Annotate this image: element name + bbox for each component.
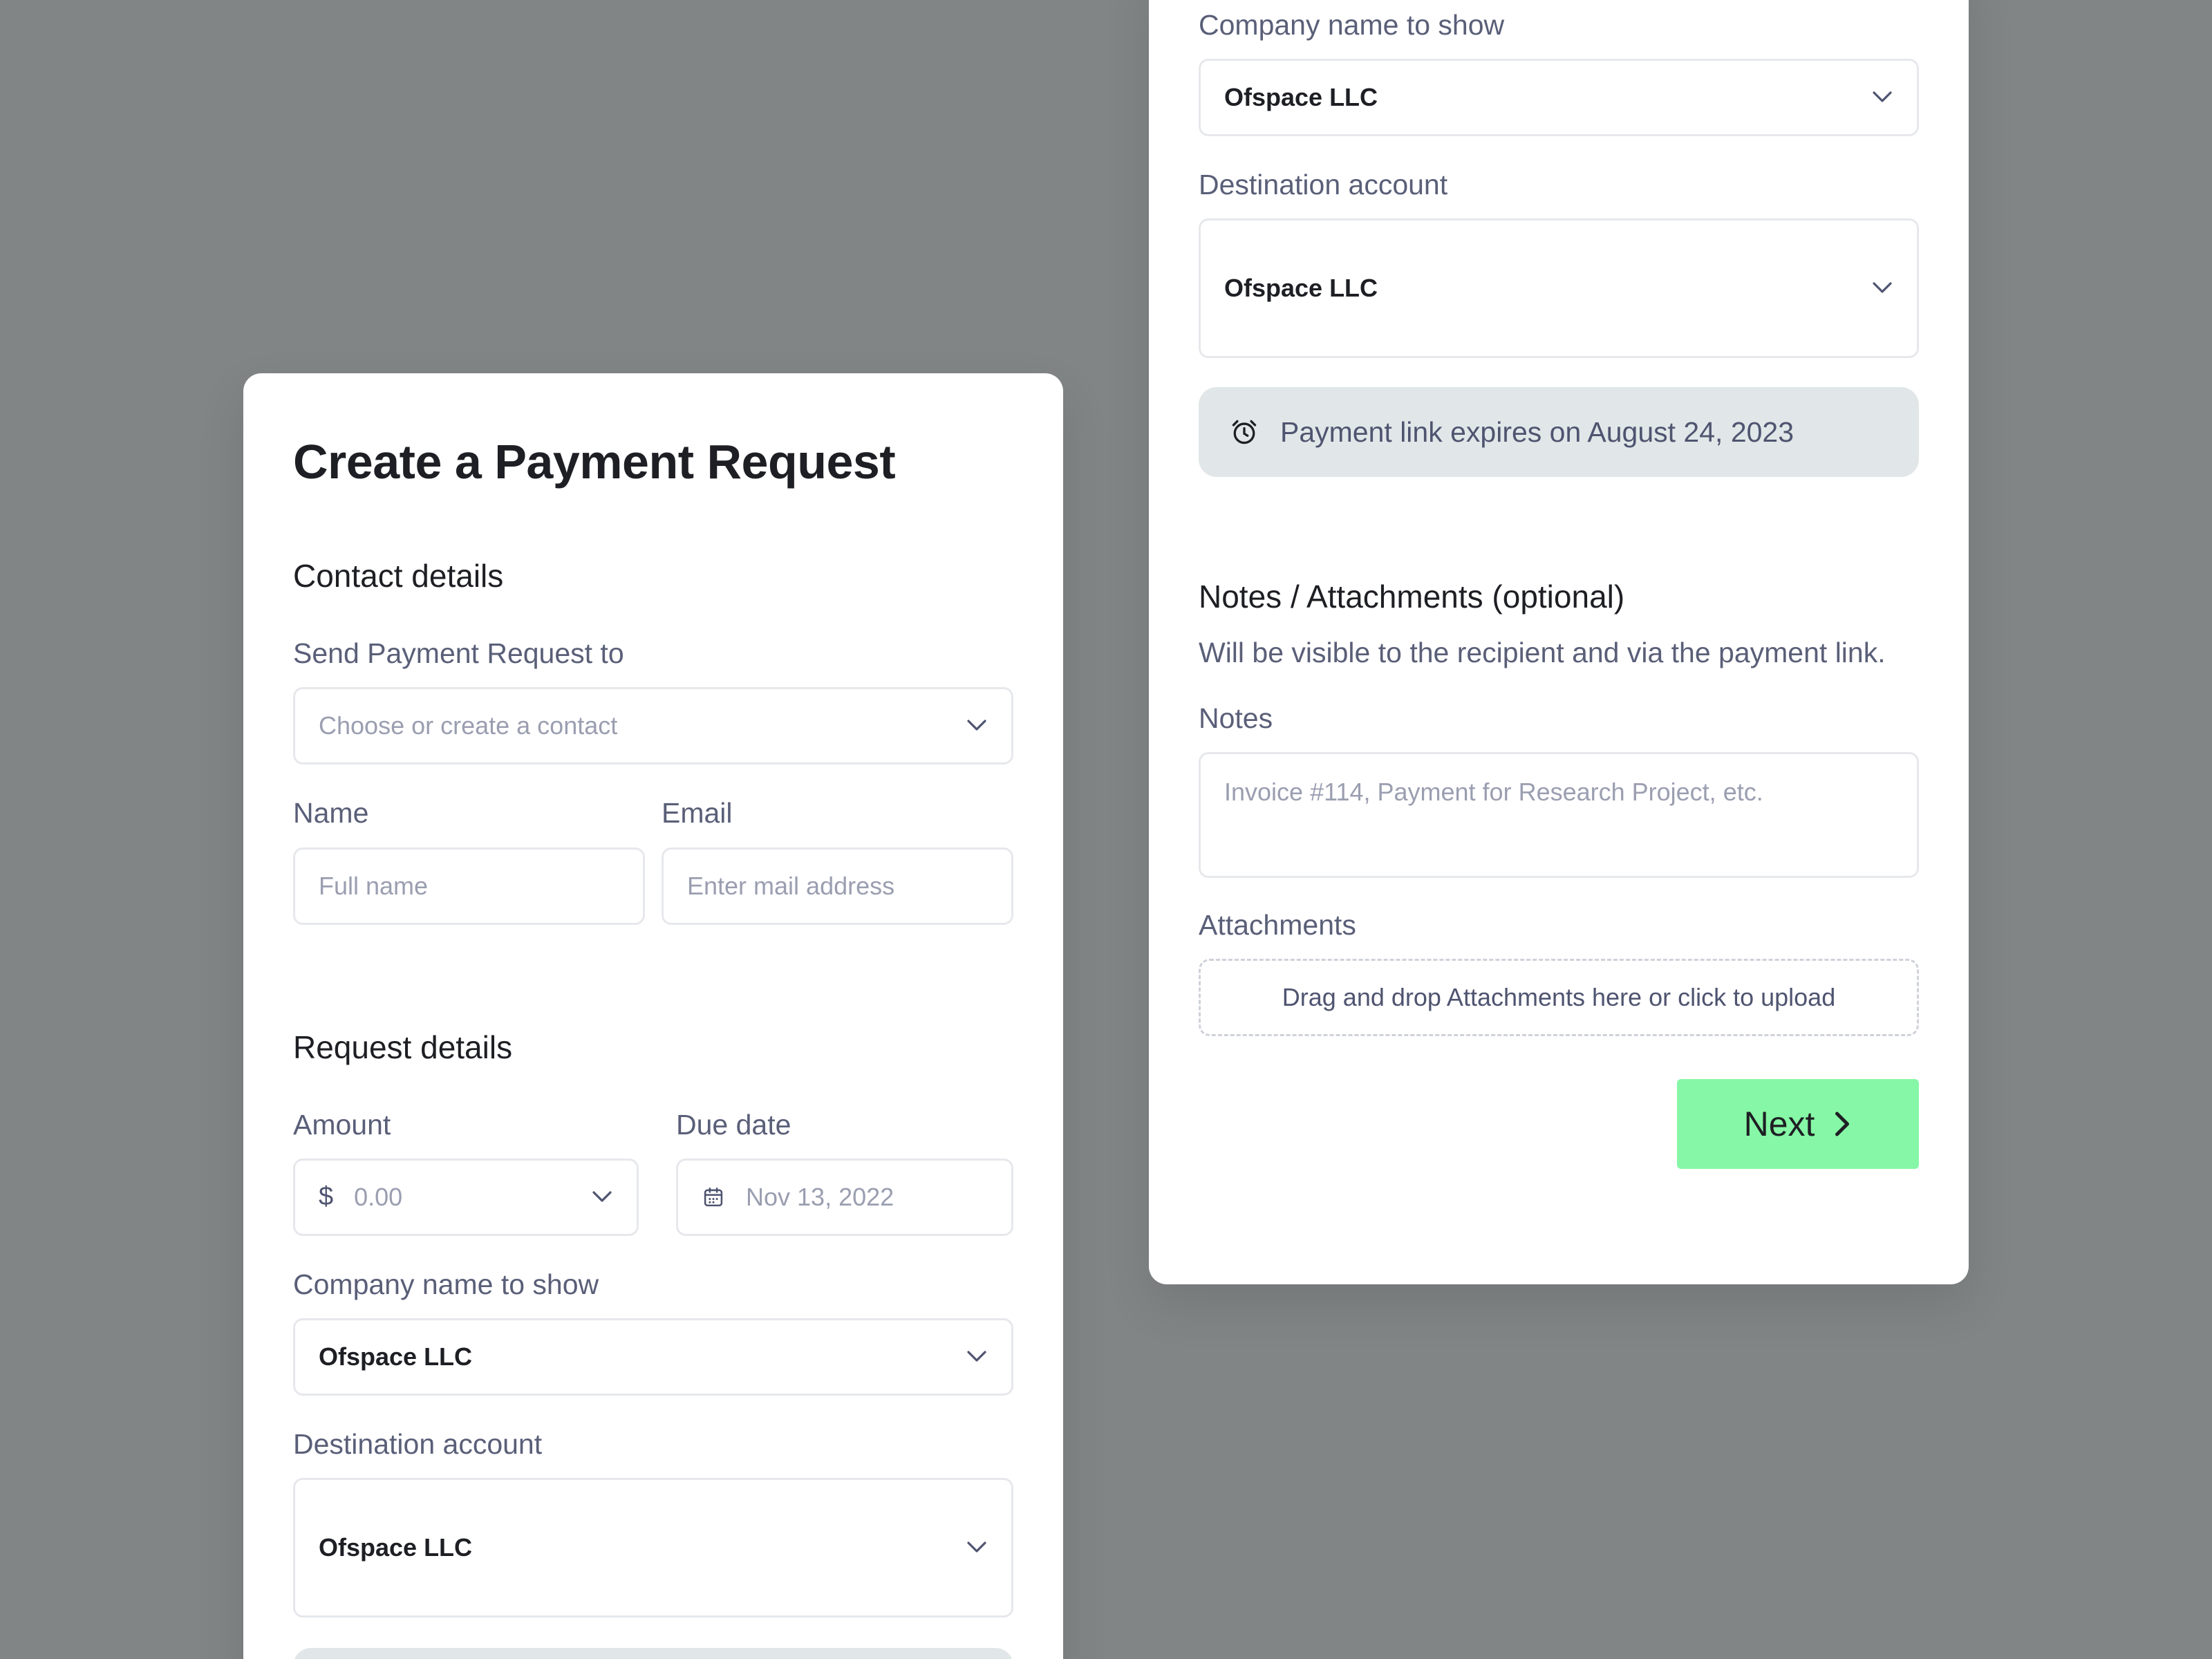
email-label: Email: [662, 797, 733, 830]
send-to-label: Send Payment Request to: [293, 637, 624, 670]
chevron-down-icon: [1871, 86, 1893, 109]
company-name-select[interactable]: Ofspace LLC: [1199, 59, 1919, 137]
email-input[interactable]: Enter mail address: [662, 847, 1013, 925]
due-date-input[interactable]: Nov 13, 2022: [676, 1158, 1013, 1236]
name-input[interactable]: Full name: [293, 847, 645, 925]
expiry-text: Payment link expires on August 24, 2023: [1280, 415, 1794, 448]
company-name-value: Ofspace LLC: [1224, 83, 1378, 112]
amount-input[interactable]: $ 0.00: [293, 1158, 639, 1236]
chevron-down-icon: [966, 1346, 988, 1368]
name-label: Name: [293, 797, 369, 830]
next-button-label: Next: [1743, 1105, 1815, 1144]
amount-label: Amount: [293, 1108, 391, 1141]
destination-account-select[interactable]: Ofspace LLC: [293, 1478, 1013, 1618]
expiry-banner-partial: [293, 1648, 1013, 1659]
notes-help-text: Will be visible to the recipient and via…: [1199, 636, 1886, 668]
company-name-value: Ofspace LLC: [319, 1342, 473, 1371]
calendar-icon: [702, 1185, 725, 1209]
chevron-down-icon: [1871, 277, 1893, 299]
alarm-clock-icon: [1229, 417, 1259, 447]
request-details-heading: Request details: [293, 1029, 513, 1065]
attachments-dropzone-text: Drag and drop Attachments here or click …: [1282, 983, 1836, 1012]
email-input-placeholder: Enter mail address: [687, 871, 895, 900]
amount-placeholder: 0.00: [354, 1182, 403, 1211]
attachments-label: Attachments: [1199, 908, 1356, 941]
payment-request-form-card: Create a Payment Request Contact details…: [243, 373, 1063, 1659]
destination-account-value: Ofspace LLC: [319, 1533, 473, 1562]
due-date-label: Due date: [676, 1108, 791, 1141]
destination-account-label: Destination account: [293, 1428, 543, 1461]
contact-details-heading: Contact details: [293, 558, 504, 594]
attachments-dropzone[interactable]: Drag and drop Attachments here or click …: [1199, 959, 1919, 1037]
destination-account-label: Destination account: [1199, 169, 1448, 201]
company-name-label: Company name to show: [293, 1268, 599, 1300]
due-date-placeholder: Nov 13, 2022: [746, 1182, 894, 1211]
dollar-icon: $: [319, 1182, 334, 1212]
payment-request-form-card-continued: Company name to show Ofspace LLC Destina…: [1149, 0, 1969, 1284]
notes-label: Notes: [1199, 702, 1273, 734]
chevron-down-icon[interactable]: [591, 1186, 613, 1208]
notes-textarea[interactable]: Invoice #114, Payment for Research Proje…: [1199, 751, 1919, 878]
contact-select-placeholder: Choose or create a contact: [319, 711, 618, 740]
chevron-right-icon: [1835, 1112, 1850, 1136]
notes-attachments-heading: Notes / Attachments (optional): [1199, 579, 1625, 615]
contact-select[interactable]: Choose or create a contact: [293, 687, 1013, 765]
notes-placeholder: Invoice #114, Payment for Research Proje…: [1224, 777, 1763, 806]
destination-account-value: Ofspace LLC: [1224, 274, 1378, 303]
chevron-down-icon: [966, 715, 988, 737]
expiry-banner: Payment link expires on August 24, 2023: [1199, 387, 1919, 478]
page-title: Create a Payment Request: [293, 435, 896, 489]
company-name-label: Company name to show: [1199, 9, 1505, 41]
company-name-select[interactable]: Ofspace LLC: [293, 1318, 1013, 1396]
destination-account-select[interactable]: Ofspace LLC: [1199, 218, 1919, 359]
name-input-placeholder: Full name: [319, 871, 429, 900]
next-button[interactable]: Next: [1677, 1079, 1919, 1170]
chevron-down-icon: [966, 1537, 988, 1559]
